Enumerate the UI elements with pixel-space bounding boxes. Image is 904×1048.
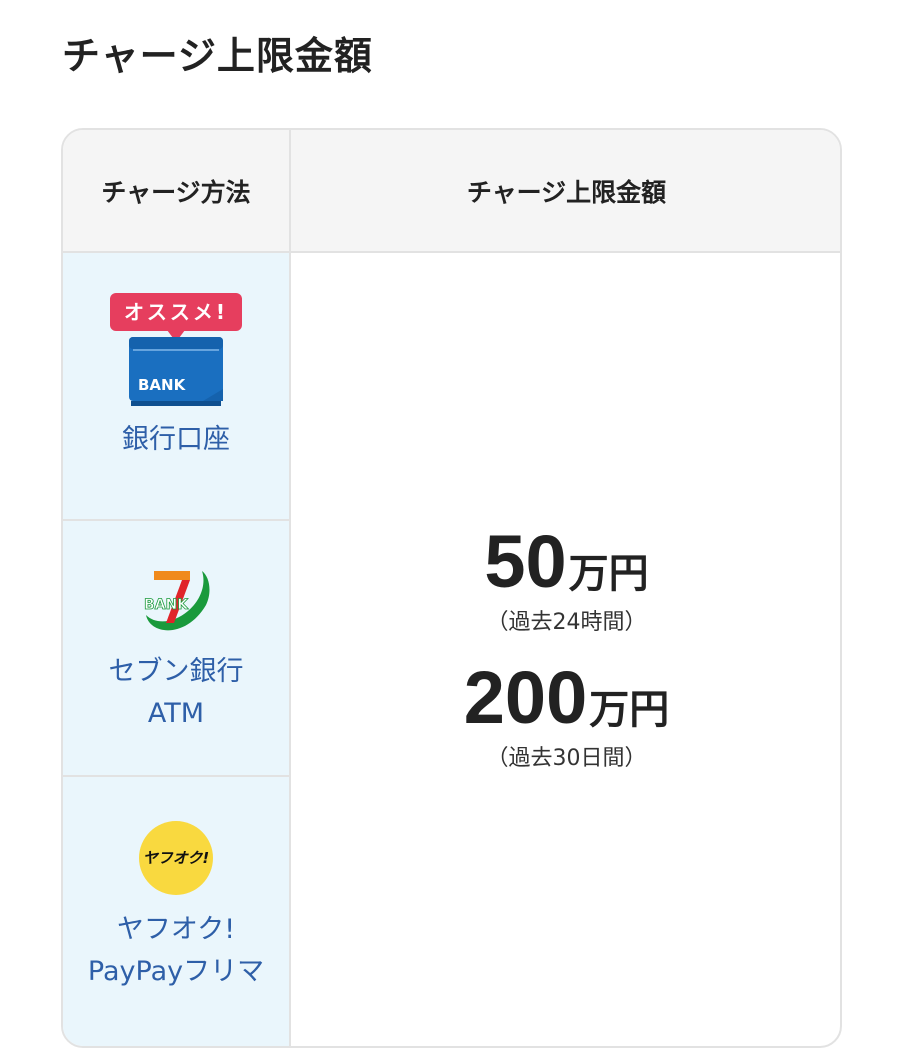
yahuoku-logo-icon: ヤフオク! (139, 821, 213, 895)
limit-24h-note: （過去24時間） (486, 610, 647, 635)
method-label-seven-bank: セブン銀行 ATM (109, 651, 244, 735)
charge-limit-cell: 50 万円 （過去24時間） 200 万円 （過去30日間） (291, 253, 840, 1046)
page-title: チャージ上限金額 (62, 34, 373, 78)
method-seven-bank-atm: BANK セブン銀行 ATM (63, 521, 289, 777)
limit-24h: 50 万円 (484, 525, 648, 599)
bank-icon-text: BANK (138, 376, 187, 394)
header-charge-limit: チャージ上限金額 (466, 177, 667, 207)
method-label-bank-account: 銀行口座 (122, 424, 230, 455)
method-label-seven-line2: ATM (147, 698, 205, 729)
charge-limit-table: チャージ方法 チャージ上限金額 オススメ! BANK 銀行口座 BANK セブン… (61, 128, 842, 1048)
bank-book-icon: BANK (129, 337, 223, 407)
limit-30d-note: （過去30日間） (486, 746, 647, 771)
method-label-yahuoku: ヤフオク! PayPayフリマ (88, 909, 264, 993)
recommended-badge-label: オススメ! (123, 300, 229, 324)
limit-30d-unit: 万円 (589, 687, 670, 733)
seven-bank-logo-icon: BANK (136, 565, 216, 641)
recommended-badge: オススメ! (109, 293, 243, 342)
seven-icon-text: BANK (144, 597, 189, 613)
limit-24h-amount: 50 (484, 520, 567, 603)
limit-24h-unit: 万円 (568, 551, 649, 597)
header-charge-method: チャージ方法 (101, 177, 251, 207)
method-label-yahuoku-line2: PayPayフリマ (87, 956, 265, 987)
table-header-row: チャージ方法 チャージ上限金額 (63, 130, 840, 253)
method-label-yahuoku-line1: ヤフオク! (116, 914, 236, 945)
method-label-seven-line1: セブン銀行 (108, 656, 244, 687)
limit-30d-amount: 200 (463, 656, 588, 739)
method-yahuoku-paypay: ヤフオク! ヤフオク! PayPayフリマ (63, 777, 289, 1046)
limit-30d: 200 万円 (464, 661, 669, 735)
method-bank-account: オススメ! BANK 銀行口座 (63, 253, 289, 521)
column-divider (289, 130, 291, 1046)
